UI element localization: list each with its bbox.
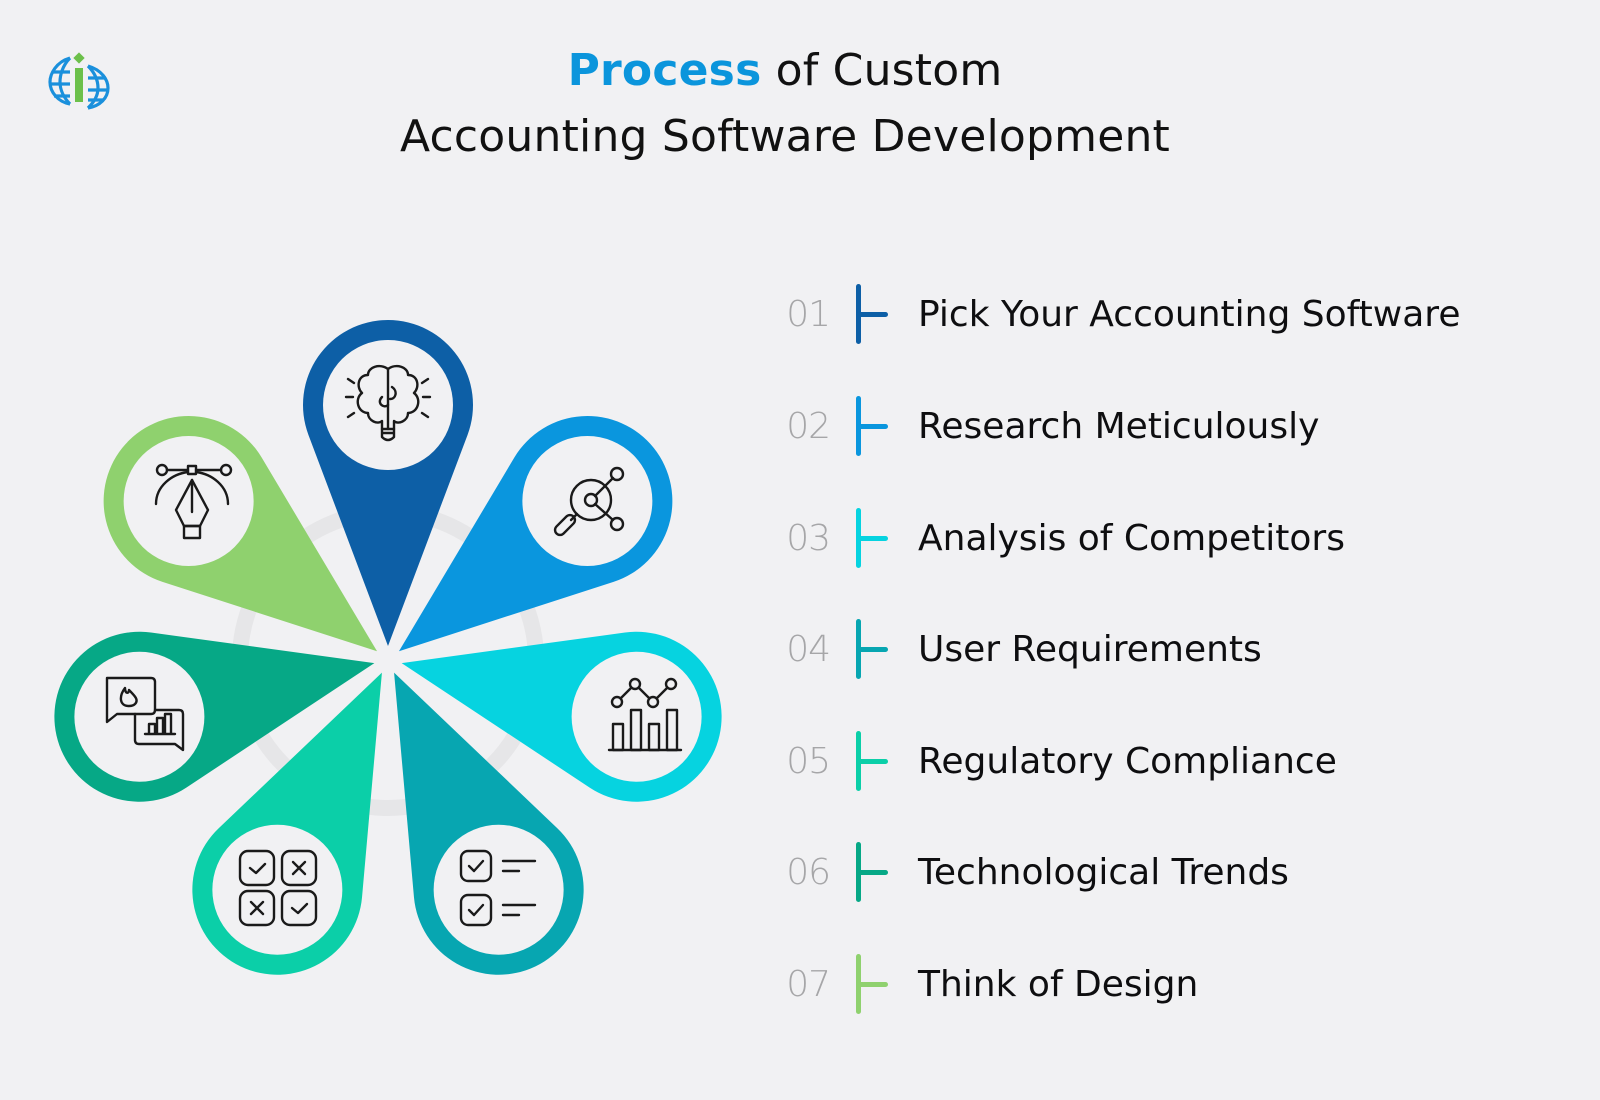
step-number: 01 — [786, 293, 831, 335]
step-item: 05 Regulatory Compliance — [770, 729, 1590, 793]
step-marker — [856, 954, 898, 1014]
step-item: 04 User Requirements — [770, 617, 1590, 681]
step-label: User Requirements — [918, 628, 1262, 670]
step-number: 07 — [786, 963, 831, 1005]
step-marker — [856, 731, 898, 791]
petal-icon-circle-07 — [123, 436, 254, 567]
step-marker — [856, 284, 898, 344]
step-marker — [856, 842, 898, 902]
step-marker — [856, 508, 898, 568]
step-label: Research Meticulously — [918, 405, 1320, 447]
process-petal-diagram — [54, 319, 722, 975]
petal-icon-circle-05 — [212, 824, 343, 955]
step-label: Analysis of Competitors — [918, 517, 1345, 559]
step-item: 02 Research Meticulously — [770, 394, 1590, 458]
step-item: 06 Technological Trends — [770, 840, 1590, 904]
step-marker — [856, 396, 898, 456]
step-item: 03 Analysis of Competitors — [770, 506, 1590, 570]
step-label: Think of Design — [918, 963, 1199, 1005]
petal-icon-circle-06 — [74, 651, 205, 782]
step-number: 02 — [786, 405, 831, 447]
petal-icon-circle-02 — [522, 436, 653, 567]
step-marker — [856, 619, 898, 679]
step-number: 03 — [786, 517, 831, 559]
step-item: 07 Think of Design — [770, 952, 1590, 1016]
step-number: 05 — [786, 740, 831, 782]
petal-icon-circle-03 — [571, 651, 702, 782]
step-number: 06 — [786, 851, 831, 893]
step-label: Technological Trends — [918, 851, 1289, 893]
petal-icon-circle-04 — [433, 824, 564, 955]
step-label: Regulatory Compliance — [918, 740, 1337, 782]
step-item: 01 Pick Your Accounting Software — [770, 282, 1590, 346]
step-number: 04 — [786, 628, 831, 670]
step-label: Pick Your Accounting Software — [918, 293, 1461, 335]
